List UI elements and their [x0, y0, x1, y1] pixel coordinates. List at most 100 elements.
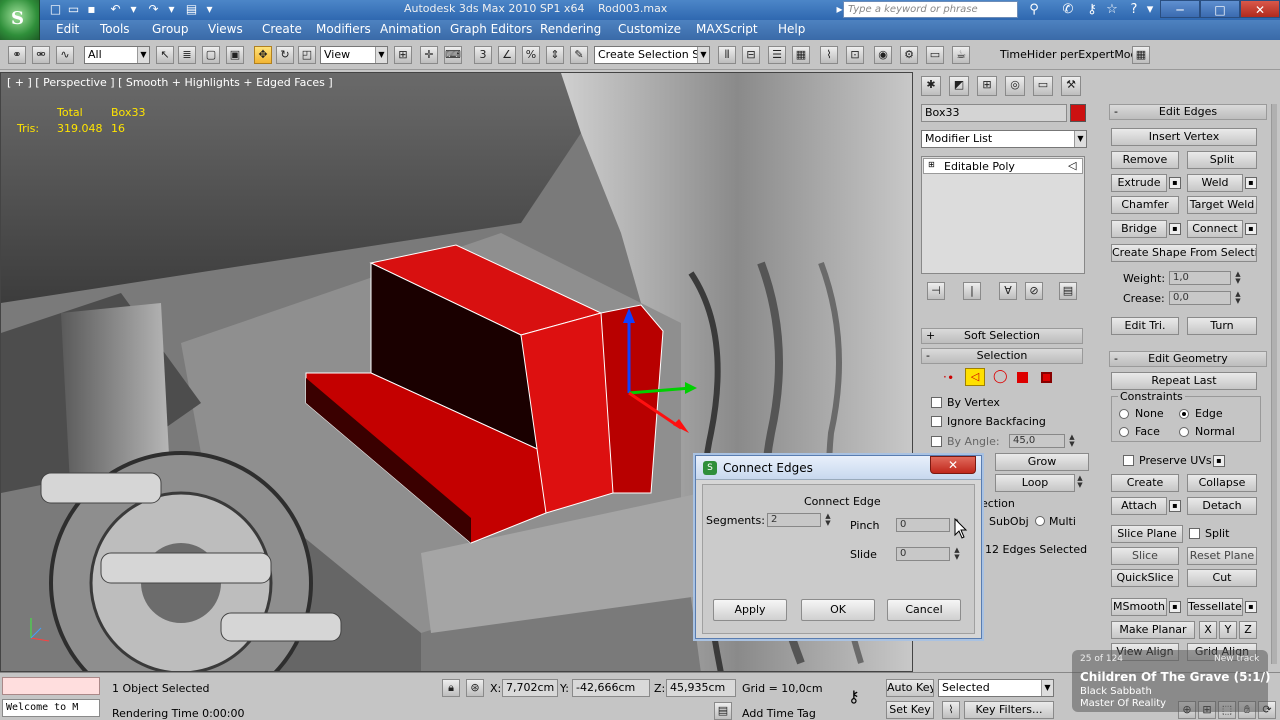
segments-spinner[interactable]: 2	[767, 513, 821, 527]
constraint-none-radio[interactable]	[1119, 409, 1129, 419]
project-folder-icon[interactable]: ▤	[184, 2, 199, 17]
calculator-icon[interactable]: ▦	[1132, 46, 1150, 64]
constraint-edge-radio[interactable]	[1179, 409, 1189, 419]
rendered-frame-icon[interactable]: ▭	[926, 46, 944, 64]
cut-button[interactable]: Cut	[1187, 569, 1257, 587]
utilities-tab-icon[interactable]: ⚒	[1061, 76, 1081, 96]
remove-button[interactable]: Remove	[1111, 151, 1179, 169]
slide-spinner[interactable]: 0	[896, 547, 950, 561]
search-input[interactable]: Type a keyword or phrase	[843, 1, 1018, 18]
rectangular-selection-icon[interactable]: ▢	[202, 46, 220, 64]
named-selection-dropdown[interactable]: Create Selection Se ▼	[594, 46, 710, 64]
bridge-settings-icon[interactable]: ▪	[1169, 223, 1181, 235]
planar-x-button[interactable]: X	[1199, 621, 1217, 639]
configure-sets-icon[interactable]: ▤	[1059, 282, 1077, 300]
angle-spinner[interactable]: 45,0	[1009, 434, 1065, 448]
undo-icon[interactable]: ↶	[108, 2, 123, 17]
menu-tools[interactable]: Tools	[100, 22, 130, 36]
create-shape-from-selection-button[interactable]: Create Shape From Selection	[1111, 244, 1257, 262]
edit-named-selection-icon[interactable]: ✎	[570, 46, 588, 64]
weight-spinner[interactable]: 1,0	[1169, 271, 1231, 285]
edge-mode-icon[interactable]: ◁	[965, 368, 985, 386]
loop-spinner-arrows[interactable]: ▲ ▼	[1075, 475, 1085, 489]
schematic-view-icon[interactable]: ⊡	[846, 46, 864, 64]
redo-dropdown-icon[interactable]: ▾	[164, 2, 179, 17]
element-mode-icon[interactable]	[1041, 372, 1052, 383]
curve-editor-icon[interactable]: ⌇	[820, 46, 838, 64]
lock-selection-icon[interactable]: 🔒︎	[442, 679, 460, 697]
timehider-label[interactable]: TimeHider	[1000, 48, 1057, 61]
preserve-uvs-settings-icon[interactable]: ▪	[1213, 455, 1225, 467]
unlink-icon[interactable]: ⚮	[32, 46, 50, 64]
material-editor-icon[interactable]: ◉	[874, 46, 892, 64]
menu-graph-editors[interactable]: Graph Editors	[450, 22, 532, 36]
pinch-spinner[interactable]: 0	[896, 518, 950, 532]
expert-mode-label[interactable]: perExpertMod	[1060, 48, 1138, 61]
open-file-icon[interactable]: ▭	[66, 2, 81, 17]
modify-tab-icon[interactable]: ◩	[949, 76, 969, 96]
connect-button[interactable]: Connect	[1187, 220, 1243, 238]
crease-spinner-arrows[interactable]: ▲ ▼	[1233, 291, 1243, 305]
reset-plane-button[interactable]: Reset Plane	[1187, 547, 1257, 565]
render-production-icon[interactable]: ☕	[952, 46, 970, 64]
save-file-icon[interactable]: ▪	[84, 2, 99, 17]
planar-y-button[interactable]: Y	[1219, 621, 1237, 639]
create-button[interactable]: Create	[1111, 474, 1179, 492]
key-icon[interactable]: ⚷	[1084, 2, 1100, 18]
turn-button[interactable]: Turn	[1187, 317, 1257, 335]
snap-toggle-icon[interactable]: 3	[474, 46, 492, 64]
make-planar-button[interactable]: Make Planar	[1111, 621, 1195, 639]
help-dropdown-icon[interactable]: ▾	[1142, 2, 1158, 18]
vertex-mode-icon[interactable]: ·∙	[943, 370, 954, 384]
menu-group[interactable]: Group	[152, 22, 189, 36]
menu-maxscript[interactable]: MAXScript	[696, 22, 758, 36]
y-coordinate-field[interactable]: -42,666cm	[572, 679, 650, 697]
bridge-button[interactable]: Bridge	[1111, 220, 1167, 238]
mirror-icon[interactable]: ⫴	[718, 46, 736, 64]
insert-vertex-button[interactable]: Insert Vertex	[1111, 128, 1257, 146]
angle-spinner-arrows[interactable]: ▲ ▼	[1067, 434, 1077, 448]
grow-button[interactable]: Grow	[995, 453, 1089, 471]
dialog-title-bar[interactable]: S Connect Edges ✕	[696, 456, 981, 480]
object-color-swatch[interactable]	[1070, 104, 1086, 122]
app-logo-icon[interactable]: S	[0, 0, 40, 40]
border-mode-icon[interactable]: ◯	[993, 369, 1008, 384]
select-and-rotate-icon[interactable]: ↻	[276, 46, 294, 64]
graphite-tools-icon[interactable]: ▦	[792, 46, 810, 64]
auto-key-button[interactable]: Auto Key	[886, 679, 934, 697]
remove-modifier-icon[interactable]: ⊘	[1025, 282, 1043, 300]
new-file-icon[interactable]: □	[48, 2, 63, 17]
edit-tri-button[interactable]: Edit Tri.	[1111, 317, 1179, 335]
target-weld-button[interactable]: Target Weld	[1187, 196, 1257, 214]
attach-settings-icon[interactable]: ▪	[1169, 500, 1181, 512]
segments-spinner-arrows[interactable]: ▲ ▼	[823, 513, 833, 527]
panel-scrollbar[interactable]	[1271, 104, 1277, 664]
constraint-normal-radio[interactable]	[1179, 427, 1189, 437]
stack-item-editable-poly[interactable]: ⊞ Editable Poly ◁	[923, 158, 1083, 174]
weld-settings-icon[interactable]: ▪	[1245, 177, 1257, 189]
tessellate-button[interactable]: Tessellate	[1187, 598, 1243, 616]
chamfer-button[interactable]: Chamfer	[1111, 196, 1179, 214]
menu-rendering[interactable]: Rendering	[540, 22, 601, 36]
by-angle-checkbox[interactable]	[931, 436, 942, 447]
pin-stack-icon[interactable]: ⊣	[927, 282, 945, 300]
percent-snap-icon[interactable]: %	[522, 46, 540, 64]
selection-rollout[interactable]: - Selection	[921, 348, 1083, 364]
connect-settings-icon[interactable]: ▪	[1245, 223, 1257, 235]
msmooth-button[interactable]: MSmooth	[1111, 598, 1167, 616]
tessellate-settings-icon[interactable]: ▪	[1245, 601, 1257, 613]
spinner-snap-icon[interactable]: ⇕	[546, 46, 564, 64]
redo-icon[interactable]: ↷	[146, 2, 161, 17]
hierarchy-tab-icon[interactable]: ⊞	[977, 76, 997, 96]
multi-radio[interactable]	[1035, 516, 1045, 526]
weld-button[interactable]: Weld	[1187, 174, 1243, 192]
edit-edges-rollout[interactable]: - Edit Edges	[1109, 104, 1267, 120]
slice-button[interactable]: Slice	[1111, 547, 1179, 565]
crease-spinner[interactable]: 0,0	[1169, 291, 1231, 305]
set-key-icon[interactable]: ⚷	[848, 687, 860, 706]
z-coordinate-field[interactable]: 45,935cm	[666, 679, 736, 697]
key-filters-button[interactable]: Key Filters...	[964, 701, 1054, 719]
create-tab-icon[interactable]: ✱	[921, 76, 941, 96]
split-checkbox[interactable]	[1189, 528, 1200, 539]
extrude-settings-icon[interactable]: ▪	[1169, 177, 1181, 189]
